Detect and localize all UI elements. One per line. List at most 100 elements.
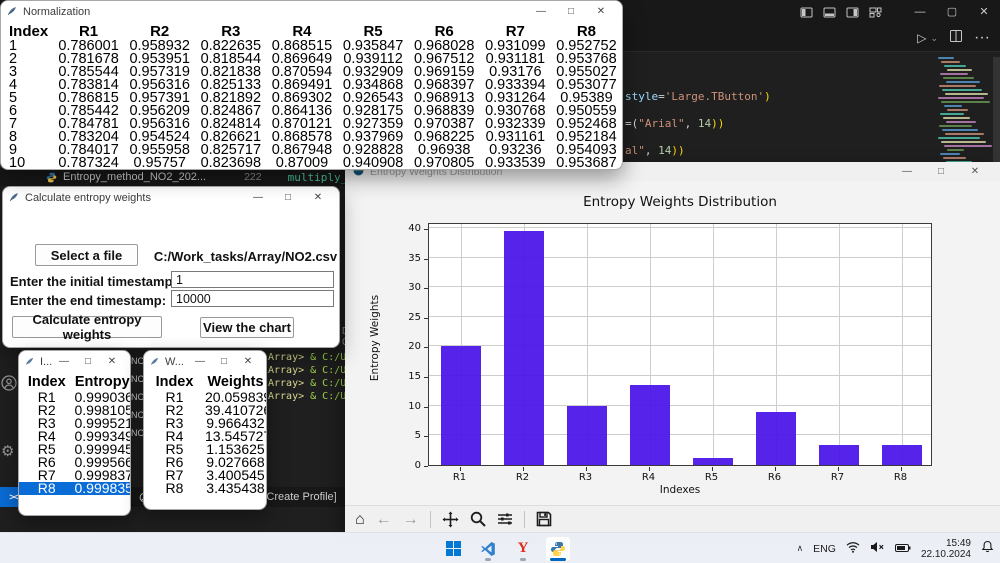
vscode-close-button[interactable]: ✕	[968, 0, 1000, 25]
entropy-table-title: I...	[40, 355, 52, 368]
tk-feather-icon	[7, 3, 17, 21]
normalization-close-button[interactable]: ✕	[586, 1, 616, 22]
y-tick-label: 20	[408, 341, 421, 353]
python-file-icon	[46, 172, 57, 183]
vscode-minimize-button[interactable]: —	[904, 0, 936, 25]
y-tick-mark	[424, 228, 428, 230]
normalization-titlebar[interactable]: Normalization — □ ✕	[1, 1, 622, 22]
normalization-maximize-button[interactable]: □	[556, 1, 586, 22]
wifi-icon[interactable]	[846, 540, 860, 558]
x-axis-label: Indexes	[659, 484, 701, 496]
table-row[interactable]: R8 0.999835	[19, 481, 130, 495]
y-tick-mark	[424, 406, 428, 408]
table-cell: 0.953687	[556, 155, 617, 170]
y-tick-label: 0	[414, 460, 421, 471]
tk-feather-icon	[25, 353, 34, 371]
weights-table-titlebar[interactable]: W... — □ ✕	[144, 351, 266, 372]
entropy-table-minimize-button[interactable]: —	[52, 351, 76, 372]
entropy-tool-close-button[interactable]: ✕	[303, 187, 333, 208]
y-tick-label: 40	[408, 222, 421, 234]
table-cell: 0.940908	[342, 155, 404, 170]
entropy-tool-titlebar[interactable]: Calculate entropy weights — □ ✕	[3, 187, 339, 208]
y-tick-label: 25	[408, 311, 421, 323]
customize-layout-icon[interactable]	[869, 6, 882, 19]
y-tick-mark	[424, 436, 428, 438]
bar-R4	[629, 384, 670, 465]
view-chart-button[interactable]: View the chart	[200, 317, 294, 338]
volume-muted-icon[interactable]	[870, 540, 885, 558]
x-tick-mark	[459, 467, 461, 471]
editor-actions: ▷ ⌄ ···	[622, 25, 1000, 52]
bar-R3	[566, 405, 607, 465]
forward-icon[interactable]: →	[403, 506, 419, 533]
zoom-icon[interactable]	[470, 511, 486, 527]
bar-R8	[881, 444, 922, 465]
plot-area	[428, 223, 932, 466]
tab-badge: 222	[244, 171, 262, 183]
chart-maximize-button[interactable]: □	[924, 166, 958, 177]
entropy-table-maximize-button[interactable]: □	[76, 351, 100, 372]
table-cell: 0.787324	[58, 155, 119, 170]
y-tick-label: 15	[408, 371, 421, 383]
calculate-entropy-weights-button[interactable]: Calculate entropy weights	[12, 312, 162, 342]
bar-R5	[692, 458, 733, 465]
run-dropdown-icon[interactable]: ⌄	[930, 33, 938, 44]
selected-file-path: C:/Work_tasks/Array/NO2.csv	[153, 249, 338, 264]
chart-minimize-button[interactable]: —	[890, 166, 924, 177]
toggle-panel-icon[interactable]	[823, 6, 836, 19]
accounts-icon[interactable]	[1, 375, 19, 396]
code-editor-lines[interactable]: style='Large.TButton') =("Arial", 14)) al"…	[625, 83, 925, 164]
clock[interactable]: 15:49 22.10.2024	[921, 538, 971, 560]
subplots-config-icon[interactable]	[497, 512, 513, 526]
y-tick-mark	[424, 347, 428, 349]
vscode-restore-button[interactable]: ▢	[936, 0, 968, 25]
taskbar-python-button[interactable]	[545, 535, 571, 562]
select-file-button[interactable]: Select a file	[35, 244, 138, 266]
weights-table-window: W... — □ ✕ Index Weights R1 20.059839 R2 39.4…	[143, 350, 267, 510]
tab-entropy-method[interactable]: Entropy_method_NO2_202...	[63, 171, 206, 183]
bar-R1	[440, 346, 481, 465]
entropy-tool-minimize-button[interactable]: —	[243, 187, 273, 208]
language-indicator[interactable]: ENG	[813, 543, 836, 555]
x-tick-mark	[837, 467, 839, 471]
initial-timestamp-input[interactable]	[171, 271, 334, 288]
run-python-icon[interactable]: ▷	[917, 31, 926, 45]
end-timestamp-input[interactable]	[171, 290, 334, 307]
taskbar-yandex-button[interactable]: Y	[510, 536, 536, 562]
normalization-title: Normalization	[23, 5, 91, 18]
weights-table-title: W...	[165, 355, 184, 368]
x-tick-label: R2	[515, 472, 530, 483]
entropy-tool-maximize-button[interactable]: □	[273, 187, 303, 208]
notifications-bell-icon[interactable]	[981, 540, 994, 558]
taskbar-vscode-button[interactable]	[475, 536, 501, 562]
y-tick-mark	[424, 288, 428, 290]
x-tick-label: R3	[578, 472, 593, 483]
weights-table-minimize-button[interactable]: —	[188, 351, 212, 372]
entropy-table-titlebar[interactable]: I... — □ ✕	[19, 351, 130, 372]
battery-icon[interactable]	[894, 540, 911, 558]
bar-R7	[818, 444, 859, 465]
more-actions-icon[interactable]: ···	[974, 29, 990, 47]
table-cell: R8	[19, 481, 75, 495]
tk-feather-icon	[150, 353, 159, 371]
toggle-sidebar-icon[interactable]	[800, 6, 813, 19]
x-tick-label: R7	[830, 472, 845, 483]
weights-table-maximize-button[interactable]: □	[212, 351, 236, 372]
pan-icon[interactable]	[442, 511, 459, 528]
x-tick-mark	[522, 467, 524, 471]
back-icon[interactable]: ←	[376, 506, 392, 533]
save-icon[interactable]	[536, 511, 552, 527]
start-button[interactable]	[440, 536, 466, 562]
table-row[interactable]: 10 0.787324 0.95757 0.823698 0.87009 0.940908…	[1, 155, 622, 170]
weights-table-close-button[interactable]: ✕	[236, 351, 260, 372]
toggle-secondary-sidebar-icon[interactable]	[846, 6, 859, 19]
chart-close-button[interactable]: ✕	[958, 166, 992, 177]
hidden-icons-chevron[interactable]: ∧	[797, 543, 804, 554]
entropy-table-close-button[interactable]: ✕	[100, 351, 124, 372]
split-editor-icon[interactable]	[950, 29, 963, 47]
table-row[interactable]: R8 3.435438	[144, 481, 266, 495]
settings-gear-icon[interactable]: ⚙	[1, 442, 19, 460]
normalization-minimize-button[interactable]: —	[526, 1, 556, 22]
home-icon[interactable]: ⌂	[355, 506, 365, 533]
y-tick-label: 30	[408, 282, 421, 294]
